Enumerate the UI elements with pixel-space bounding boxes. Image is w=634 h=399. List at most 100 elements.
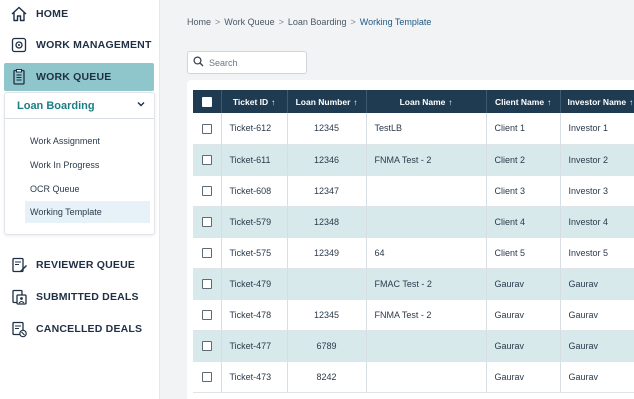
breadcrumb-separator: > (215, 17, 221, 27)
search-box (187, 51, 307, 74)
cell-client-name: Gaurav (486, 330, 561, 362)
cell-loan-number: 6789 (287, 330, 367, 362)
column-header-ticket-id[interactable]: Ticket ID ↑ (221, 90, 288, 113)
document-user-icon (10, 288, 28, 306)
cell-loan-number: 12346 (287, 144, 367, 176)
table-row[interactable]: Ticket-611 12346 FNMA Test - 2 Client 2 … (193, 144, 634, 176)
breadcrumb-separator: > (350, 17, 356, 27)
nav-submitted-deals-label: SUBMITTED DEALS (36, 291, 139, 303)
row-checkbox[interactable] (193, 237, 222, 269)
search-input[interactable] (209, 57, 304, 68)
cell-ticket-id: Ticket-477 (221, 330, 288, 362)
cell-client-name: Client 5 (486, 237, 561, 269)
column-header-loan-name[interactable]: Loan Name ↑ (366, 90, 487, 113)
sidebar: HOME WORK MANAGEMENT WORK QUEUE Loan Boa… (0, 0, 160, 399)
cell-client-name: Client 2 (486, 144, 561, 176)
breadcrumb-work-queue[interactable]: Work Queue (224, 17, 274, 27)
submenu-working-template[interactable]: Working Template (25, 201, 150, 223)
cell-client-name: Client 4 (486, 206, 561, 238)
chevron-down-icon (136, 99, 146, 112)
tickets-table: Ticket ID ↑ Loan Number ↑ Loan Name ↑ Clien… (193, 90, 634, 393)
column-header-client-name[interactable]: Client Name ↑ (486, 90, 561, 113)
cell-loan-name: TestLB (366, 113, 487, 145)
row-checkbox[interactable] (193, 175, 222, 207)
breadcrumb-home[interactable]: Home (187, 17, 211, 27)
table-row[interactable]: Ticket-479 FMAC Test - 2 Gaurav Gaurav (193, 268, 634, 300)
gear-icon (10, 36, 28, 54)
cell-loan-number (287, 268, 367, 300)
table-row[interactable]: Ticket-608 12347 Client 3 Investor 3 (193, 175, 634, 207)
cell-loan-number: 8242 (287, 361, 367, 393)
cell-investor-name: Gaurav (560, 330, 634, 362)
cell-ticket-id: Ticket-479 (221, 268, 288, 300)
submenu-work-in-progress[interactable]: Work In Progress (25, 154, 150, 176)
submenu-ocr-queue[interactable]: OCR Queue (25, 178, 150, 200)
table-header-row: Ticket ID ↑ Loan Number ↑ Loan Name ↑ Clien… (193, 90, 634, 113)
clipboard-list-icon (10, 68, 28, 86)
nav-submitted-deals[interactable]: SUBMITTED DEALS (4, 283, 154, 311)
breadcrumb-working-template: Working Template (359, 17, 432, 27)
sort-arrow-icon: ↑ (629, 97, 634, 107)
sort-arrow-icon: ↑ (271, 97, 276, 107)
cell-loan-name: FNMA Test - 2 (366, 144, 487, 176)
cell-ticket-id: Ticket-478 (221, 299, 288, 331)
row-checkbox[interactable] (193, 268, 222, 300)
nav-reviewer-queue-label: REVIEWER QUEUE (36, 259, 136, 271)
sort-arrow-icon: ↑ (448, 97, 453, 107)
nav-work-management[interactable]: WORK MANAGEMENT (4, 31, 154, 59)
row-checkbox[interactable] (193, 144, 222, 176)
column-header-investor-name[interactable]: Investor Name ↑ (560, 90, 634, 113)
table-card: Ticket ID ↑ Loan Number ↑ Loan Name ↑ Clien… (187, 80, 634, 399)
breadcrumb-separator: > (278, 17, 284, 27)
cell-ticket-id: Ticket-608 (221, 175, 288, 207)
submenu-work-assignment[interactable]: Work Assignment (25, 130, 150, 152)
nav-reviewer-queue[interactable]: REVIEWER QUEUE (4, 251, 154, 279)
nav-work-queue-label: WORK QUEUE (36, 71, 112, 83)
cell-investor-name: Investor 5 (560, 237, 634, 269)
breadcrumb-loan-boarding[interactable]: Loan Boarding (288, 17, 347, 27)
cell-investor-name: Investor 3 (560, 175, 634, 207)
row-checkbox[interactable] (193, 361, 222, 393)
document-cancel-icon (10, 320, 28, 338)
cell-loan-name (366, 175, 487, 207)
cell-ticket-id: Ticket-575 (221, 237, 288, 269)
nav-cancelled-deals[interactable]: CANCELLED DEALS (4, 315, 154, 343)
cell-investor-name: Investor 2 (560, 144, 634, 176)
cell-loan-name (366, 330, 487, 362)
cell-investor-name: Gaurav (560, 268, 634, 300)
sort-arrow-icon: ↑ (353, 97, 358, 107)
table-row[interactable]: Ticket-477 6789 Gaurav Gaurav (193, 330, 634, 362)
cell-investor-name: Gaurav (560, 299, 634, 331)
nav-work-queue[interactable]: WORK QUEUE (4, 63, 154, 91)
cell-ticket-id: Ticket-612 (221, 113, 288, 145)
nav-cancelled-deals-label: CANCELLED DEALS (36, 323, 143, 335)
nav-home[interactable]: HOME (4, 0, 154, 28)
table-row[interactable]: Ticket-612 12345 TestLB Client 1 Investo… (193, 113, 634, 145)
cell-ticket-id: Ticket-579 (221, 206, 288, 238)
row-checkbox[interactable] (193, 113, 222, 145)
column-header-loan-number[interactable]: Loan Number ↑ (287, 90, 367, 113)
select-all-checkbox[interactable] (193, 90, 222, 113)
row-checkbox[interactable] (193, 330, 222, 362)
cell-loan-name (366, 206, 487, 238)
row-checkbox[interactable] (193, 299, 222, 331)
table-row[interactable]: Ticket-579 12348 Client 4 Investor 4 (193, 206, 634, 238)
cell-client-name: Client 3 (486, 175, 561, 207)
cell-loan-number: 12345 (287, 113, 367, 145)
cell-loan-name: FNMA Test - 2 (366, 299, 487, 331)
nav-work-management-label: WORK MANAGEMENT (36, 39, 152, 51)
loan-boarding-panel: Loan Boarding Work Assignment Work In Pr… (4, 92, 155, 235)
cell-investor-name: Gaurav (560, 361, 634, 393)
cell-client-name: Client 1 (486, 113, 561, 145)
cell-loan-number: 12349 (287, 237, 367, 269)
cell-client-name: Gaurav (486, 299, 561, 331)
row-checkbox[interactable] (193, 206, 222, 238)
cell-investor-name: Investor 1 (560, 113, 634, 145)
table-row[interactable]: Ticket-478 12345 FNMA Test - 2 Gaurav Ga… (193, 299, 634, 331)
table-row[interactable]: Ticket-473 8242 Gaurav Gaurav (193, 361, 634, 393)
nav-home-label: HOME (36, 8, 69, 20)
loan-boarding-toggle[interactable]: Loan Boarding (5, 93, 154, 119)
cell-client-name: Gaurav (486, 268, 561, 300)
table-row[interactable]: Ticket-575 12349 64 Client 5 Investor 5 (193, 237, 634, 269)
cell-investor-name: Investor 4 (560, 206, 634, 238)
